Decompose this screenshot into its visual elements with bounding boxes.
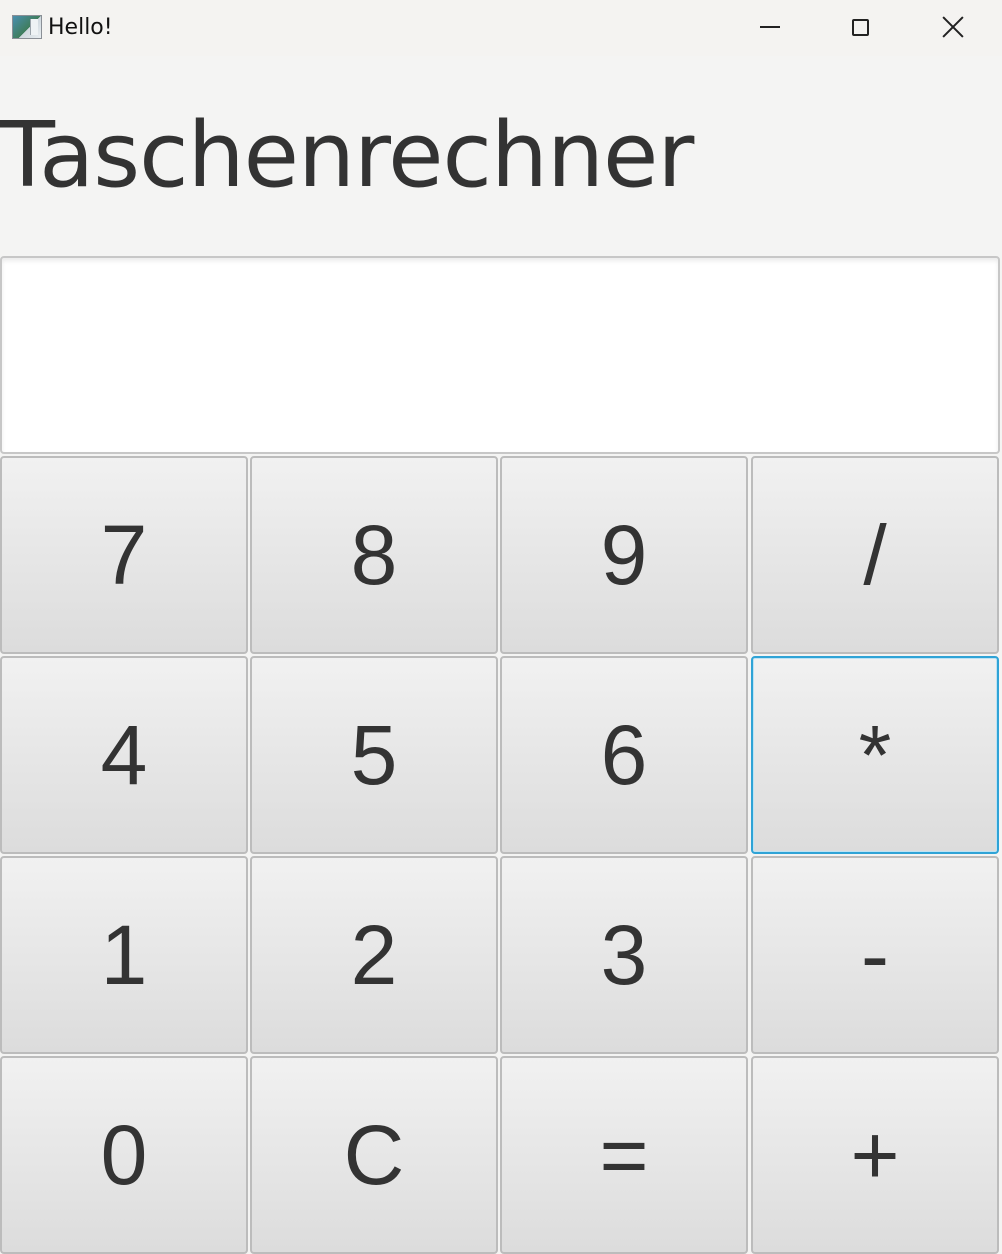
title-bar[interactable]: Hello! (0, 0, 1002, 56)
key-8-button[interactable]: 8 (250, 456, 498, 654)
result-display-field[interactable] (0, 256, 1000, 454)
calculator-window: Hello! Taschenrechner 7 8 9 / 4 5 6 * 1 … (0, 0, 1002, 1254)
add-button[interactable]: + (751, 1056, 999, 1254)
divide-button[interactable]: / (751, 456, 999, 654)
key-9-button[interactable]: 9 (500, 456, 748, 654)
key-1-button[interactable]: 1 (0, 856, 248, 1054)
key-4-button[interactable]: 4 (0, 656, 248, 854)
clear-button[interactable]: C (250, 1056, 498, 1254)
key-5-button[interactable]: 5 (250, 656, 498, 854)
key-0-button[interactable]: 0 (0, 1056, 248, 1254)
key-2-button[interactable]: 2 (250, 856, 498, 1054)
subtract-button[interactable]: - (751, 856, 999, 1054)
equals-button[interactable]: = (500, 1056, 748, 1254)
key-7-button[interactable]: 7 (0, 456, 248, 654)
minimize-icon (760, 26, 780, 28)
page-title: Taschenrechner (0, 103, 694, 208)
close-icon (941, 15, 965, 39)
close-button[interactable] (907, 0, 999, 54)
java-app-icon (12, 15, 42, 39)
maximize-icon (851, 18, 869, 36)
window-title: Hello! (48, 15, 113, 40)
minimize-button[interactable] (724, 0, 816, 54)
key-3-button[interactable]: 3 (500, 856, 748, 1054)
multiply-button[interactable]: * (751, 656, 999, 854)
keypad: 7 8 9 / 4 5 6 * 1 2 3 - 0 C = + (0, 456, 1000, 1254)
key-6-button[interactable]: 6 (500, 656, 748, 854)
maximize-button[interactable] (814, 0, 906, 54)
